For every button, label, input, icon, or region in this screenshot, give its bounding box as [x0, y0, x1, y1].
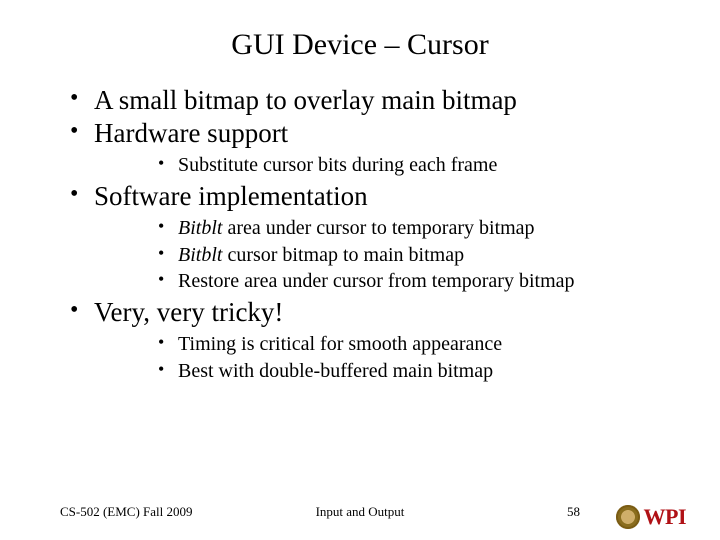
- bullet-text: Hardware support: [94, 118, 288, 148]
- sub-bullet-item: Bitblt area under cursor to temporary bi…: [158, 215, 680, 241]
- bullet-item: Very, very tricky! Timing is critical fo…: [70, 296, 680, 384]
- sub-bullet-rest: area under cursor to temporary bitmap: [222, 217, 534, 239]
- slide: GUI Device – Cursor A small bitmap to ov…: [0, 0, 720, 540]
- sub-bullet-list: Timing is critical for smooth appearance…: [94, 331, 680, 384]
- sub-bullet-item: Bitblt cursor bitmap to main bitmap: [158, 242, 680, 268]
- footer-page-number: 58: [567, 504, 580, 520]
- bullet-item: A small bitmap to overlay main bitmap: [70, 84, 680, 117]
- bullet-list: A small bitmap to overlay main bitmap Ha…: [0, 84, 720, 384]
- bullet-text: Software implementation: [94, 181, 368, 211]
- bullet-item: Hardware support Substitute cursor bits …: [70, 117, 680, 178]
- italic-term: Bitblt: [178, 217, 222, 239]
- sub-bullet-list: Substitute cursor bits during each frame: [94, 152, 680, 178]
- footer-center: Input and Output: [0, 504, 720, 520]
- slide-footer: CS-502 (EMC) Fall 2009 Input and Output …: [0, 498, 720, 526]
- sub-bullet-rest: cursor bitmap to main bitmap: [222, 244, 464, 266]
- sub-bullet-item: Substitute cursor bits during each frame: [158, 152, 680, 178]
- wpi-seal-icon: [616, 505, 640, 529]
- footer-logo: WPI: [616, 504, 687, 530]
- italic-term: Bitblt: [178, 244, 222, 266]
- wpi-logo-text: WPI: [644, 504, 687, 530]
- sub-bullet-item: Restore area under cursor from temporary…: [158, 268, 680, 294]
- bullet-text: Very, very tricky!: [94, 297, 283, 327]
- bullet-item: Software implementation Bitblt area unde…: [70, 180, 680, 294]
- sub-bullet-item: Timing is critical for smooth appearance: [158, 331, 680, 357]
- sub-bullet-item: Best with double-buffered main bitmap: [158, 358, 680, 384]
- slide-title: GUI Device – Cursor: [0, 0, 720, 72]
- sub-bullet-list: Bitblt area under cursor to temporary bi…: [94, 215, 680, 294]
